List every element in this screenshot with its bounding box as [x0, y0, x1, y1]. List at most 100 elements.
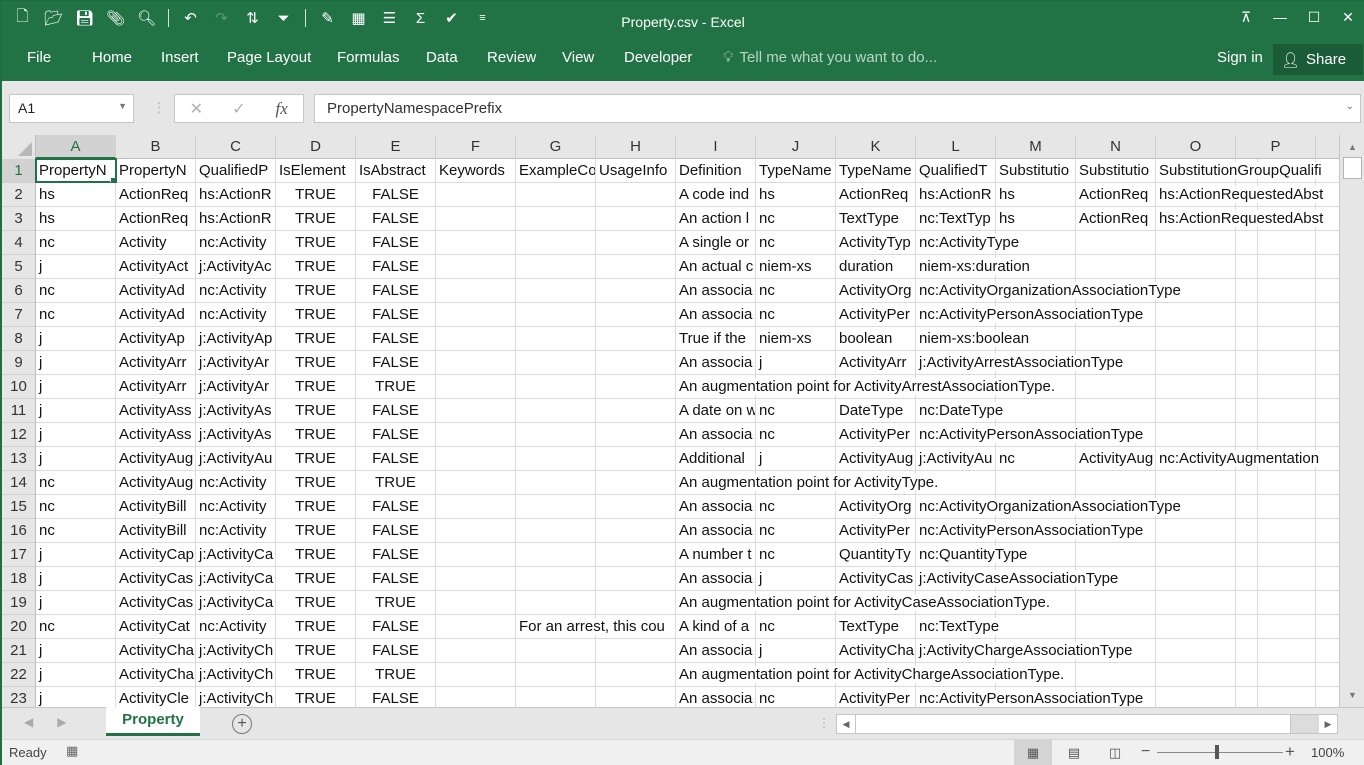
cell-n11[interactable]	[1076, 399, 1156, 422]
cell-h21[interactable]	[596, 639, 676, 662]
cell-j18[interactable]: j	[756, 567, 836, 590]
tab-developer[interactable]: Developer	[624, 49, 692, 66]
cell-e9[interactable]: FALSE	[356, 351, 436, 374]
form-icon[interactable]: ☰	[374, 5, 405, 31]
cell-m3[interactable]: hs	[996, 207, 1076, 230]
cell-h4[interactable]	[596, 231, 676, 254]
cell-c3[interactable]: hs:ActionR	[196, 207, 276, 230]
column-header-n[interactable]: N	[1076, 135, 1156, 159]
cell-k5[interactable]: duration	[836, 255, 916, 278]
cell-b8[interactable]: ActivityAp	[116, 327, 196, 350]
cell-c14[interactable]: nc:Activity	[196, 471, 276, 494]
cell-n20[interactable]	[1076, 615, 1156, 638]
cell-f1[interactable]: Keywords	[436, 159, 516, 182]
formula-input[interactable]: PropertyNamespacePrefix ⌄	[314, 94, 1361, 123]
cell-c19[interactable]: j:ActivityCa	[196, 591, 276, 614]
cell-c20[interactable]: nc:Activity	[196, 615, 276, 638]
row-header[interactable]: 22	[2, 663, 35, 687]
cell-i8[interactable]: True if the	[676, 327, 756, 350]
cell-j15[interactable]: nc	[756, 495, 836, 518]
cell-j12[interactable]: nc	[756, 423, 836, 446]
cell-l9[interactable]: j:ActivityArrestAssociationType	[916, 351, 1126, 374]
cell-k8[interactable]: boolean	[836, 327, 916, 350]
cell-o12[interactable]	[1156, 423, 1236, 446]
cell-o1[interactable]: SubstitutionGroupQualifi	[1156, 159, 1324, 182]
cell-l21[interactable]: j:ActivityChargeAssociationType	[916, 639, 1135, 662]
cell-d1[interactable]: IsElement	[276, 159, 356, 182]
cell-m1[interactable]: Substitutio	[996, 159, 1076, 182]
sign-in-link[interactable]: Sign in	[1217, 49, 1263, 66]
row-header[interactable]: 21	[2, 639, 35, 663]
cell-a8[interactable]: j	[36, 327, 116, 350]
cell-l23[interactable]: nc:ActivityPersonAssociationType	[916, 687, 1146, 707]
cell-l8[interactable]: niem-xs:boolean	[916, 327, 1032, 350]
cell-h18[interactable]	[596, 567, 676, 590]
cell-c22[interactable]: j:ActivityCh	[196, 663, 276, 686]
cell-g4[interactable]	[516, 231, 596, 254]
cell-f15[interactable]	[436, 495, 516, 518]
redo-icon[interactable]: ↷	[206, 5, 237, 31]
sort-az-icon[interactable]: ⇅	[237, 5, 268, 31]
row-header[interactable]: 17	[2, 543, 35, 567]
cell-o19[interactable]	[1156, 591, 1236, 614]
cell-b14[interactable]: ActivityAug	[116, 471, 196, 494]
cell-e1[interactable]: IsAbstract	[356, 159, 436, 182]
cell-f9[interactable]	[436, 351, 516, 374]
zoom-slider[interactable]: − +	[1141, 740, 1301, 765]
chevron-down-icon[interactable]: ▼	[118, 101, 127, 111]
column-header-q[interactable]	[1316, 135, 1340, 159]
cell-l18[interactable]: j:ActivityCaseAssociationType	[916, 567, 1121, 590]
cell-j3[interactable]: nc	[756, 207, 836, 230]
cell-c6[interactable]: nc:Activity	[196, 279, 276, 302]
cell-a12[interactable]: j	[36, 423, 116, 446]
cell-g5[interactable]	[516, 255, 596, 278]
cell-p19[interactable]	[1236, 591, 1258, 614]
cell-h7[interactable]	[596, 303, 676, 326]
print-preview-icon[interactable]: 🔍︎	[131, 5, 162, 31]
cell-g3[interactable]	[516, 207, 596, 230]
column-header-i[interactable]: I	[676, 135, 756, 159]
cell-j7[interactable]: nc	[756, 303, 836, 326]
ribbon-display-icon[interactable]: ⊼	[1229, 1, 1263, 33]
cell-i22[interactable]: An augmentation point for ActivityCharge…	[676, 663, 1067, 686]
cell-c11[interactable]: j:ActivityAs	[196, 399, 276, 422]
cell-o9[interactable]	[1156, 351, 1236, 374]
cell-m2[interactable]: hs	[996, 183, 1076, 206]
cell-b12[interactable]: ActivityAss	[116, 423, 196, 446]
cell-i15[interactable]: An associa	[676, 495, 756, 518]
cell-b22[interactable]: ActivityCha	[116, 663, 196, 686]
cell-n4[interactable]	[1076, 231, 1156, 254]
cell-o22[interactable]	[1156, 663, 1236, 686]
cell-h13[interactable]	[596, 447, 676, 470]
cell-h19[interactable]	[596, 591, 676, 614]
cell-l15[interactable]: nc:ActivityOrganizationAssociationType	[916, 495, 1183, 518]
cell-d2[interactable]: TRUE	[276, 183, 356, 206]
cell-g15[interactable]	[516, 495, 596, 518]
close-icon[interactable]: ✕	[1331, 1, 1364, 33]
cell-a6[interactable]: nc	[36, 279, 116, 302]
column-header-c[interactable]: C	[196, 135, 276, 159]
cell-e22[interactable]: TRUE	[356, 663, 436, 686]
cell-i13[interactable]: Additional	[676, 447, 756, 470]
column-header-g[interactable]: G	[516, 135, 596, 159]
cell-a1[interactable]: PropertyN	[35, 158, 117, 183]
cell-o14[interactable]	[1156, 471, 1236, 494]
sheet-tab-property[interactable]: Property	[106, 707, 200, 736]
cell-k18[interactable]: ActivityCas	[836, 567, 916, 590]
page-layout-view-button[interactable]: ▤	[1055, 740, 1093, 765]
cell-g18[interactable]	[516, 567, 596, 590]
cell-a16[interactable]: nc	[36, 519, 116, 542]
cell-b19[interactable]: ActivityCas	[116, 591, 196, 614]
cell-j1[interactable]: TypeName	[756, 159, 836, 182]
cell-n5[interactable]	[1076, 255, 1156, 278]
cell-d9[interactable]: TRUE	[276, 351, 356, 374]
cell-c7[interactable]: nc:Activity	[196, 303, 276, 326]
cell-o18[interactable]	[1156, 567, 1236, 590]
cell-p6[interactable]	[1236, 279, 1258, 302]
format-painter-icon[interactable]: ✎	[312, 5, 343, 31]
cell-g13[interactable]	[516, 447, 596, 470]
vertical-scroll-thumb[interactable]	[1343, 157, 1362, 179]
cell-b16[interactable]: ActivityBill	[116, 519, 196, 542]
cell-k21[interactable]: ActivityCha	[836, 639, 916, 662]
cell-j8[interactable]: niem-xs	[756, 327, 836, 350]
